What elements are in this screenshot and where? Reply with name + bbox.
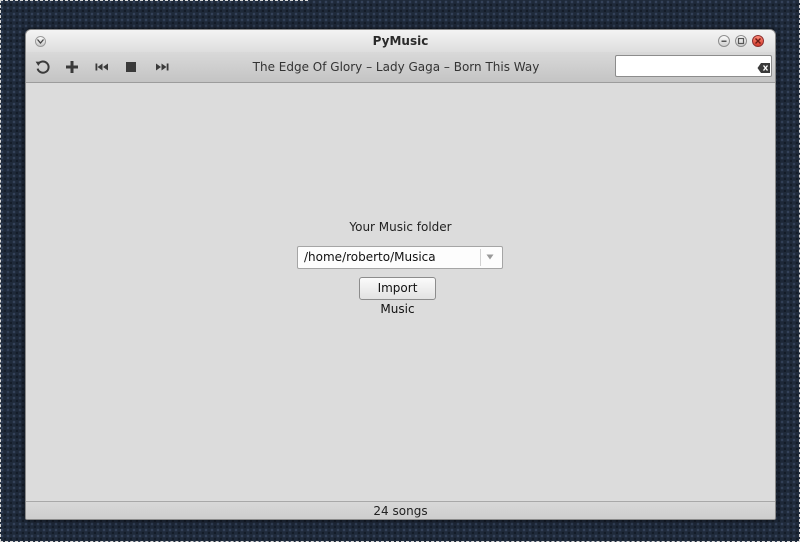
- status-bar: 24 songs: [26, 501, 775, 519]
- chevron-down-icon: [37, 39, 44, 44]
- clear-text-icon: [757, 63, 770, 73]
- app-window: PyMusic The Edge Of Glory – Lady Gaga – …: [25, 29, 776, 520]
- maximize-button[interactable]: [735, 35, 747, 47]
- stop-icon: [126, 62, 136, 72]
- window-menu-button[interactable]: [35, 36, 46, 47]
- toolbar: The Edge Of Glory – Lady Gaga – Born Thi…: [26, 52, 775, 83]
- search-input[interactable]: [615, 55, 772, 77]
- maximize-icon: [737, 37, 745, 45]
- add-icon: [66, 61, 78, 73]
- combo-separator: [480, 249, 481, 266]
- selection-dash-left: [0, 0, 1, 542]
- refresh-icon: [35, 60, 50, 74]
- close-icon: [755, 38, 761, 44]
- minimize-button[interactable]: [718, 35, 730, 47]
- selection-dash-top: [0, 0, 308, 1]
- now-playing-label: The Edge Of Glory – Lady Gaga – Born Thi…: [252, 60, 540, 74]
- clear-text-button[interactable]: [757, 59, 771, 73]
- stop-button[interactable]: [122, 58, 140, 76]
- minimize-icon: [721, 40, 727, 42]
- song-count: 24 songs: [373, 504, 428, 518]
- window-title: PyMusic: [372, 34, 429, 48]
- music-folder-value: /home/roberto/Musica: [304, 250, 436, 264]
- title-bar[interactable]: PyMusic: [26, 30, 775, 52]
- close-button[interactable]: [752, 35, 764, 47]
- previous-track-button[interactable]: [93, 58, 111, 76]
- music-folder-select[interactable]: /home/roberto/Musica: [297, 246, 503, 269]
- dropdown-arrow-icon[interactable]: [486, 254, 494, 260]
- music-folder-label: Your Music folder: [349, 220, 452, 234]
- next-track-icon: [156, 63, 169, 71]
- next-track-button[interactable]: [153, 58, 171, 76]
- previous-track-icon: [95, 63, 108, 71]
- refresh-button[interactable]: [34, 58, 52, 76]
- add-button[interactable]: [63, 58, 81, 76]
- import-music-button[interactable]: Import Music: [359, 277, 436, 316]
- main-content: Your Music folder /home/roberto/Musica I…: [26, 83, 775, 501]
